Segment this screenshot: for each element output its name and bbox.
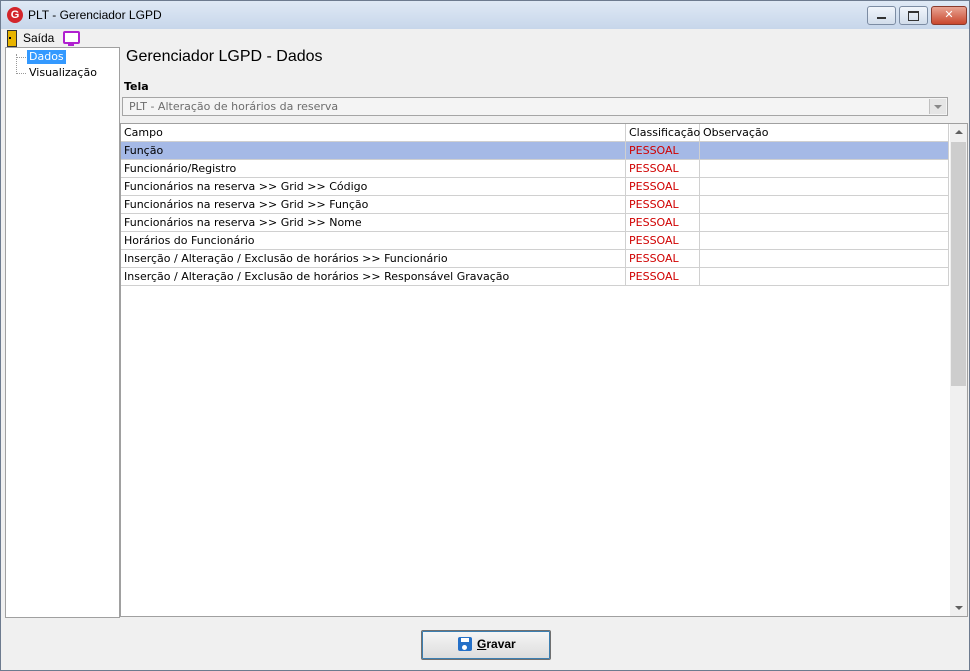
tree-item-dados[interactable]: Dados [27, 50, 66, 64]
table-row[interactable]: Funcionário/Registro PESSOAL [121, 160, 949, 178]
cell-campo[interactable]: Funcionários na reserva >> Grid >> Códig… [121, 178, 626, 195]
cell-observacao[interactable] [700, 178, 949, 195]
cell-classificacao[interactable]: PESSOAL [626, 232, 700, 249]
app-window: G PLT - Gerenciador LGPD ✕ Saída Dados V… [0, 0, 970, 671]
cell-classificacao[interactable]: PESSOAL [626, 214, 700, 231]
grid-header: Campo Classificação Observação [121, 124, 949, 142]
gravar-label: Gravar [477, 637, 516, 651]
table-row[interactable]: Funcionários na reserva >> Grid >> Funçã… [121, 196, 949, 214]
cell-classificacao[interactable]: PESSOAL [626, 142, 700, 159]
scrollbar-thumb[interactable] [951, 142, 966, 386]
scroll-up-icon[interactable] [950, 124, 967, 141]
cell-classificacao[interactable]: PESSOAL [626, 268, 700, 285]
page-title: Gerenciador LGPD - Dados [126, 48, 323, 65]
menu-saida[interactable]: Saída [23, 29, 54, 47]
client-area: Dados Visualização Gerenciador LGPD - Da… [1, 47, 969, 670]
cell-campo[interactable]: Funcionários na reserva >> Grid >> Funçã… [121, 196, 626, 213]
gravar-mnemonic: G [477, 637, 487, 651]
cell-classificacao[interactable]: PESSOAL [626, 160, 700, 177]
column-header-classificacao[interactable]: Classificação [626, 124, 700, 141]
column-header-observacao[interactable]: Observação [700, 124, 949, 141]
cell-observacao[interactable] [700, 160, 949, 177]
tela-select[interactable]: PLT - Alteração de horários da reserva [122, 97, 948, 116]
cell-observacao[interactable] [700, 196, 949, 213]
column-header-campo[interactable]: Campo [121, 124, 626, 141]
cell-classificacao[interactable]: PESSOAL [626, 178, 700, 195]
navigation-tree: Dados Visualização [5, 47, 120, 618]
gravar-label-rest: ravar [486, 637, 516, 651]
cell-classificacao[interactable]: PESSOAL [626, 196, 700, 213]
menu-bar: Saída [1, 29, 969, 47]
cell-campo[interactable]: Funcionário/Registro [121, 160, 626, 177]
chevron-down-icon[interactable] [929, 99, 946, 114]
maximize-icon [908, 11, 919, 21]
title-bar[interactable]: G PLT - Gerenciador LGPD ✕ [1, 1, 969, 29]
maximize-button[interactable] [899, 6, 928, 25]
monitor-icon[interactable] [63, 31, 80, 46]
cell-observacao[interactable] [700, 250, 949, 267]
close-button[interactable]: ✕ [931, 6, 967, 25]
window-title: PLT - Gerenciador LGPD [28, 8, 162, 22]
cell-classificacao[interactable]: PESSOAL [626, 250, 700, 267]
table-row[interactable]: Horários do Funcionário PESSOAL [121, 232, 949, 250]
cell-observacao[interactable] [700, 232, 949, 249]
cell-observacao[interactable] [700, 214, 949, 231]
grid-vertical-scrollbar[interactable] [950, 124, 967, 616]
scroll-down-icon[interactable] [950, 599, 967, 616]
data-grid: Campo Classificação Observação Função PE… [120, 123, 968, 617]
tela-label: Tela [124, 80, 149, 93]
table-row[interactable]: Função PESSOAL [121, 142, 949, 160]
gravar-button[interactable]: Gravar [421, 630, 551, 660]
exit-door-icon[interactable] [7, 30, 17, 47]
tree-item-visualizacao[interactable]: Visualização [27, 66, 99, 80]
cell-campo[interactable]: Inserção / Alteração / Exclusão de horár… [121, 250, 626, 267]
cell-campo[interactable]: Inserção / Alteração / Exclusão de horár… [121, 268, 626, 285]
tree-connector [16, 57, 26, 58]
minimize-icon [877, 17, 886, 19]
tree-connector [16, 73, 26, 74]
table-row[interactable]: Funcionários na reserva >> Grid >> Nome … [121, 214, 949, 232]
save-disk-icon [458, 637, 472, 651]
table-row[interactable]: Inserção / Alteração / Exclusão de horár… [121, 268, 949, 286]
tela-select-value: PLT - Alteração de horários da reserva [129, 100, 339, 113]
cell-campo[interactable]: Função [121, 142, 626, 159]
minimize-button[interactable] [867, 6, 896, 25]
table-row[interactable]: Funcionários na reserva >> Grid >> Códig… [121, 178, 949, 196]
cell-campo[interactable]: Funcionários na reserva >> Grid >> Nome [121, 214, 626, 231]
cell-observacao[interactable] [700, 268, 949, 285]
cell-campo[interactable]: Horários do Funcionário [121, 232, 626, 249]
close-icon: ✕ [944, 8, 954, 21]
cell-observacao[interactable] [700, 142, 949, 159]
table-row[interactable]: Inserção / Alteração / Exclusão de horár… [121, 250, 949, 268]
app-logo-icon: G [7, 7, 23, 23]
